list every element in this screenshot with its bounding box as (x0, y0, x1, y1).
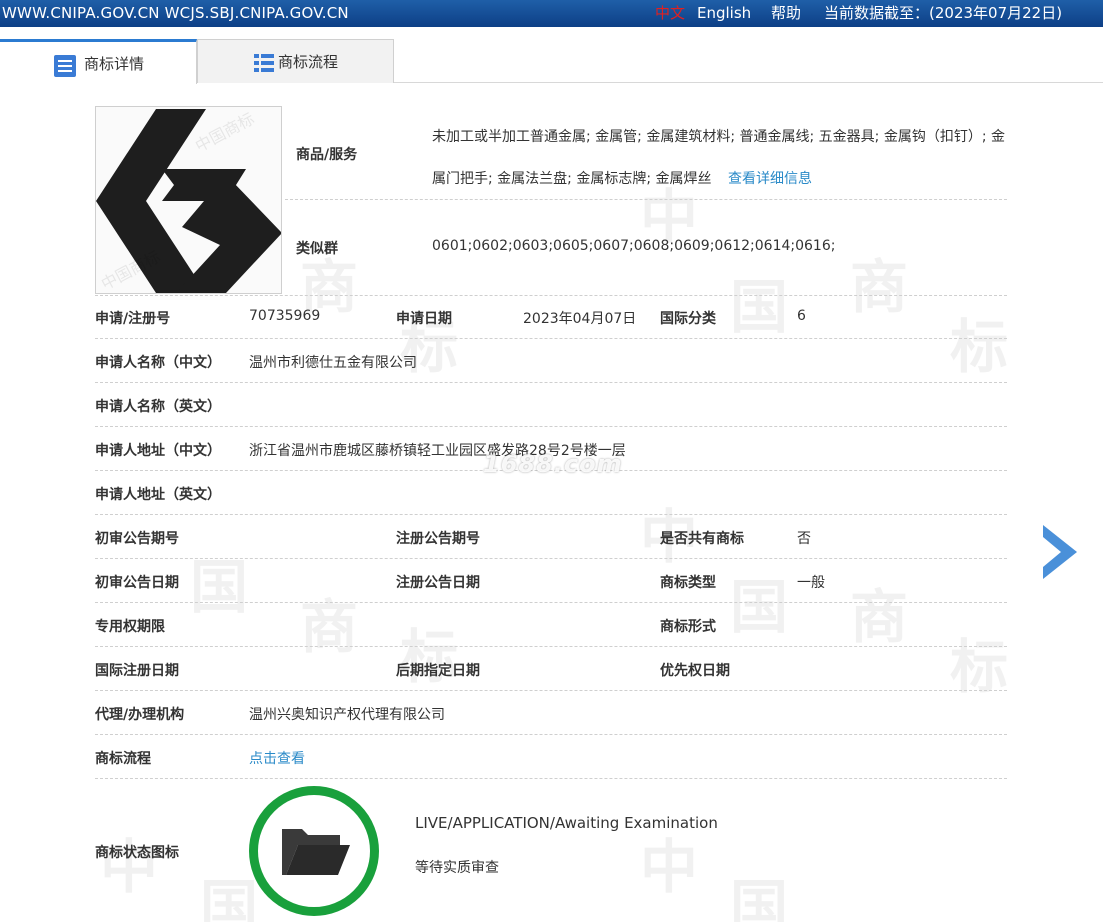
watermark: 标 (400, 623, 459, 691)
status-cn: 等待实质审查 (415, 860, 499, 876)
row-divider (285, 199, 1007, 200)
intl-class-label: 国际分类 (660, 311, 716, 327)
row-divider (95, 426, 1007, 427)
shared-value: 否 (797, 531, 811, 547)
appdate-value: 2023年04月07日 (523, 311, 637, 327)
applicant-cn-value: 温州市利德仕五金有限公司 (249, 355, 417, 371)
shared-label: 是否共有商标 (660, 531, 744, 547)
row-divider (95, 778, 1007, 779)
watermark: 中 (640, 833, 699, 901)
prelim-date-label: 初审公告日期 (95, 575, 179, 591)
status-icon-label: 商标状态图标 (95, 845, 179, 861)
row-divider (95, 338, 1007, 339)
form-label: 商标形式 (660, 619, 716, 635)
status-icon (249, 786, 379, 916)
reg-date-label: 注册公告日期 (396, 575, 480, 591)
applicant-en-label: 申请人名称（英文） (95, 399, 221, 415)
reg-no-label: 注册公告期号 (396, 531, 480, 547)
goods-more-link[interactable]: 查看详细信息 (728, 171, 812, 187)
watermark: 中 (100, 833, 159, 901)
flow-view-link[interactable]: 点击查看 (249, 748, 305, 768)
row-divider (95, 295, 1007, 296)
lang-chinese-link[interactable]: 中文 (655, 0, 685, 27)
address-cn-label: 申请人地址（中文） (95, 443, 221, 459)
agent-label: 代理/办理机构 (95, 707, 185, 723)
intl-reg-date-label: 国际注册日期 (95, 663, 179, 679)
agent-value: 温州兴奥知识产权代理有限公司 (249, 707, 445, 723)
document-list-icon (54, 55, 76, 77)
row-divider (95, 558, 1007, 559)
appdate-label: 申请日期 (396, 311, 452, 327)
tab-label: 商标详情 (84, 55, 145, 73)
row-divider (95, 734, 1007, 735)
help-link[interactable]: 帮助 (771, 0, 801, 27)
row-divider (95, 382, 1007, 383)
site-watermark: 1688.com (483, 450, 623, 478)
tab-trademark-flow[interactable]: 商标流程 (197, 39, 394, 83)
flow-label: 商标流程 (95, 751, 151, 767)
address-en-label: 申请人地址（英文） (95, 487, 221, 503)
watermark: 商 (850, 253, 909, 321)
status-en: LIVE/APPLICATION/Awaiting Examination (415, 814, 718, 832)
applicant-cn-label: 申请人名称（中文） (95, 355, 221, 371)
type-value: 一般 (797, 575, 825, 591)
row-divider (95, 646, 1007, 647)
next-arrow-notch (1043, 537, 1061, 567)
similar-group-value: 0601;0602;0603;0605;0607;0608;0609;0612;… (432, 238, 836, 254)
watermark: 国 (730, 273, 789, 341)
watermark: 标 (950, 633, 1009, 701)
intl-class-value: 6 (797, 308, 806, 324)
watermark: 标 (950, 313, 1009, 381)
tab-trademark-detail[interactable]: 商标详情 (0, 39, 197, 84)
regno-value: 70735969 (249, 308, 321, 324)
regno-label: 申请/注册号 (95, 311, 171, 327)
top-bar: WWW.CNIPA.GOV.CN WCJS.SBJ.CNIPA.GOV.CN 中… (0, 0, 1103, 27)
priority-date-label: 优先权日期 (660, 663, 730, 679)
watermark: 国 (190, 553, 249, 621)
trademark-image: 中国商标 中国商标 (95, 106, 282, 294)
row-divider (95, 690, 1007, 691)
folder-icon (282, 829, 350, 875)
tab-label: 商标流程 (278, 53, 339, 71)
row-divider (95, 602, 1007, 603)
lang-english-link[interactable]: English (697, 0, 751, 27)
data-as-of: 当前数据截至：(2023年07月22日) (824, 4, 1063, 22)
watermark: 商 (850, 583, 909, 651)
similar-group-label: 类似群 (296, 241, 338, 257)
goods-text: 未加工或半加工普通金属; 金属管; 金属建筑材料; 普通金属线; 五金器具; 金… (432, 129, 1005, 187)
term-label: 专用权期限 (95, 619, 165, 635)
list-icon (254, 54, 274, 72)
watermark: 商 (300, 593, 359, 661)
prelim-no-label: 初审公告期号 (95, 531, 179, 547)
row-divider (95, 514, 1007, 515)
later-date-label: 后期指定日期 (396, 663, 480, 679)
watermark: 国 (200, 873, 259, 922)
watermark: 国 (730, 873, 789, 922)
type-label: 商标类型 (660, 575, 716, 591)
goods-value: 未加工或半加工普通金属; 金属管; 金属建筑材料; 普通金属线; 五金器具; 金… (432, 116, 1007, 200)
goods-label: 商品/服务 (296, 147, 358, 163)
site-domains: WWW.CNIPA.GOV.CN WCJS.SBJ.CNIPA.GOV.CN (2, 4, 349, 22)
